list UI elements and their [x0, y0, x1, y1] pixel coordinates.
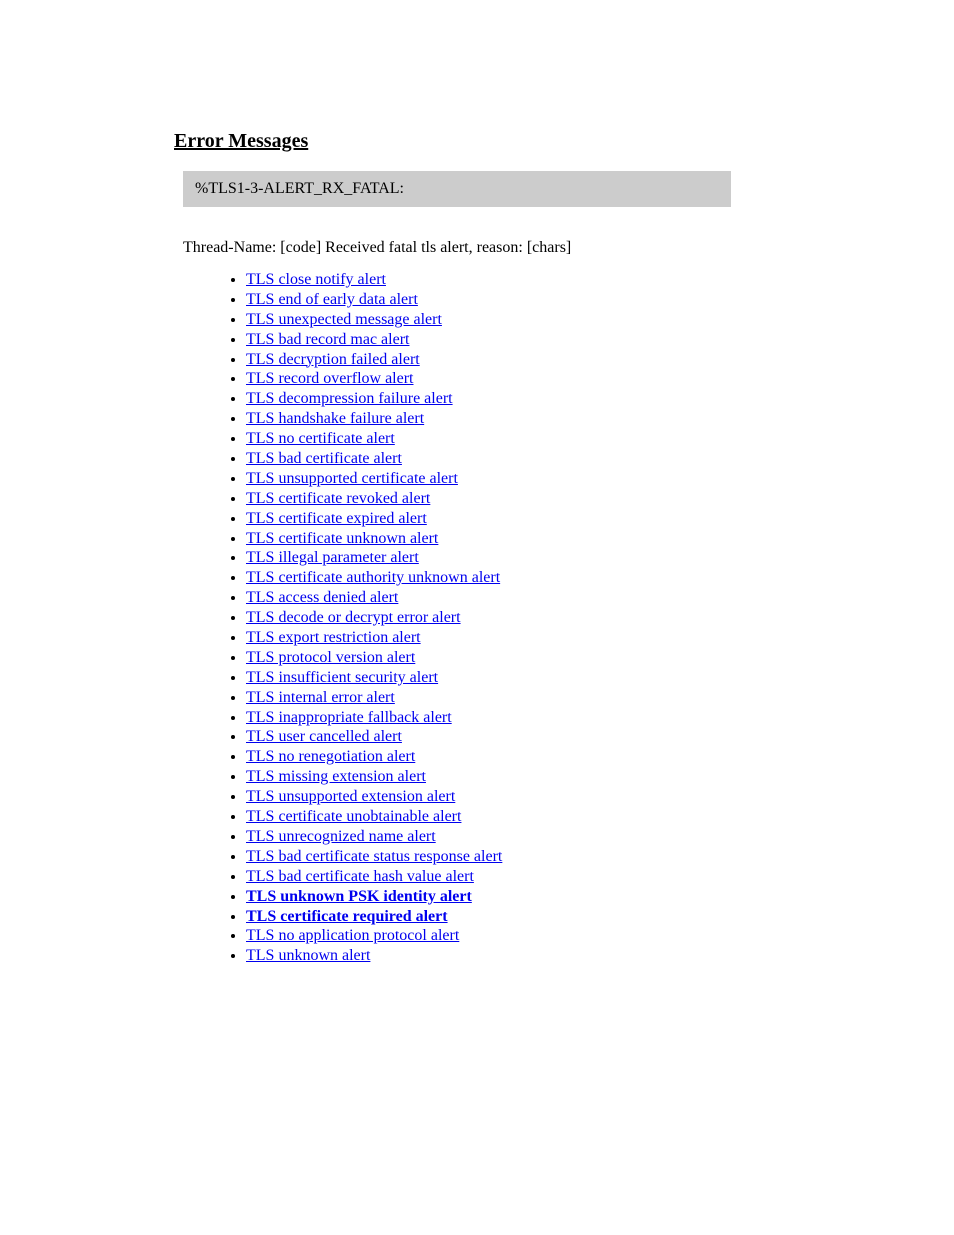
error-list-item: TLS unsupported extension alert [246, 788, 954, 806]
error-list-item: TLS decompression failure alert [246, 390, 954, 408]
error-link[interactable]: TLS access denied alert [246, 589, 398, 606]
error-list-item: TLS user cancelled alert [246, 728, 954, 746]
error-list-item: TLS unexpected message alert [246, 311, 954, 329]
error-link[interactable]: TLS end of early data alert [246, 291, 418, 308]
error-list-item: TLS end of early data alert [246, 291, 954, 309]
error-link[interactable]: TLS bad certificate alert [246, 450, 402, 467]
error-link[interactable]: TLS bad record mac alert [246, 331, 409, 348]
error-link[interactable]: TLS unsupported certificate alert [246, 470, 458, 487]
error-list-item: TLS certificate required alert [246, 908, 954, 926]
error-link[interactable]: TLS certificate expired alert [246, 510, 427, 527]
error-link[interactable]: TLS certificate unobtainable alert [246, 808, 461, 825]
error-link[interactable]: TLS close notify alert [246, 271, 386, 288]
error-list-item: TLS unknown PSK identity alert [246, 888, 954, 906]
error-list-item: TLS certificate authority unknown alert [246, 569, 954, 587]
error-list-item: TLS record overflow alert [246, 370, 954, 388]
code-header-box: %TLS1-3-ALERT_RX_FATAL: [183, 171, 731, 207]
error-link[interactable]: TLS unknown PSK identity alert [246, 888, 472, 905]
error-list-item: TLS unrecognized name alert [246, 828, 954, 846]
error-list-item: TLS missing extension alert [246, 768, 954, 786]
error-link-list: TLS close notify alert TLS end of early d… [246, 271, 954, 966]
error-list-item: TLS certificate unknown alert [246, 530, 954, 548]
error-list-item: TLS bad certificate alert [246, 450, 954, 468]
error-link[interactable]: TLS unknown alert [246, 947, 370, 964]
error-list-item: TLS unsupported certificate alert [246, 470, 954, 488]
error-link[interactable]: TLS handshake failure alert [246, 410, 424, 427]
error-list-item: TLS bad record mac alert [246, 331, 954, 349]
error-link[interactable]: TLS no renegotiation alert [246, 748, 415, 765]
error-list-item: TLS no renegotiation alert [246, 748, 954, 766]
error-link[interactable]: TLS unrecognized name alert [246, 828, 436, 845]
error-list-item: TLS protocol version alert [246, 649, 954, 667]
error-link[interactable]: TLS protocol version alert [246, 649, 415, 666]
error-list-item: TLS decode or decrypt error alert [246, 609, 954, 627]
error-list-item: TLS decryption failed alert [246, 351, 954, 369]
error-list-item: TLS unknown alert [246, 947, 954, 965]
error-link[interactable]: TLS record overflow alert [246, 370, 413, 387]
error-list-item: TLS certificate unobtainable alert [246, 808, 954, 826]
error-link[interactable]: TLS illegal parameter alert [246, 549, 419, 566]
intro-text: Thread-Name: [code] Received fatal tls a… [183, 239, 954, 257]
error-link[interactable]: TLS inappropriate fallback alert [246, 709, 452, 726]
error-list-item: TLS bad certificate hash value alert [246, 868, 954, 886]
error-list-item: TLS certificate expired alert [246, 510, 954, 528]
error-link[interactable]: TLS no certificate alert [246, 430, 395, 447]
error-list-item: TLS bad certificate status response aler… [246, 848, 954, 866]
error-list-item: TLS internal error alert [246, 689, 954, 707]
error-list-item: TLS no certificate alert [246, 430, 954, 448]
error-link[interactable]: TLS missing extension alert [246, 768, 426, 785]
error-list-item: TLS certificate revoked alert [246, 490, 954, 508]
error-list-item: TLS close notify alert [246, 271, 954, 289]
error-link[interactable]: TLS decompression failure alert [246, 390, 453, 407]
error-link[interactable]: TLS unexpected message alert [246, 311, 442, 328]
error-link[interactable]: TLS internal error alert [246, 689, 395, 706]
error-link[interactable]: TLS certificate unknown alert [246, 530, 438, 547]
error-list-item: TLS no application protocol alert [246, 927, 954, 945]
error-link[interactable]: TLS bad certificate status response aler… [246, 848, 502, 865]
error-link[interactable]: TLS certificate revoked alert [246, 490, 430, 507]
error-link[interactable]: TLS insufficient security alert [246, 669, 438, 686]
error-list-item: TLS handshake failure alert [246, 410, 954, 428]
error-link[interactable]: TLS certificate authority unknown alert [246, 569, 500, 586]
error-link[interactable]: TLS export restriction alert [246, 629, 421, 646]
error-link[interactable]: TLS no application protocol alert [246, 927, 459, 944]
section-heading: Error Messages [174, 130, 954, 153]
error-list-item: TLS insufficient security alert [246, 669, 954, 687]
error-list-item: TLS inappropriate fallback alert [246, 709, 954, 727]
error-list-item: TLS export restriction alert [246, 629, 954, 647]
error-link[interactable]: TLS certificate required alert [246, 908, 448, 925]
error-link[interactable]: TLS user cancelled alert [246, 728, 402, 745]
error-link[interactable]: TLS decryption failed alert [246, 351, 420, 368]
error-list-item: TLS illegal parameter alert [246, 549, 954, 567]
error-link[interactable]: TLS unsupported extension alert [246, 788, 455, 805]
error-list-item: TLS access denied alert [246, 589, 954, 607]
error-link[interactable]: TLS decode or decrypt error alert [246, 609, 461, 626]
error-link[interactable]: TLS bad certificate hash value alert [246, 868, 474, 885]
